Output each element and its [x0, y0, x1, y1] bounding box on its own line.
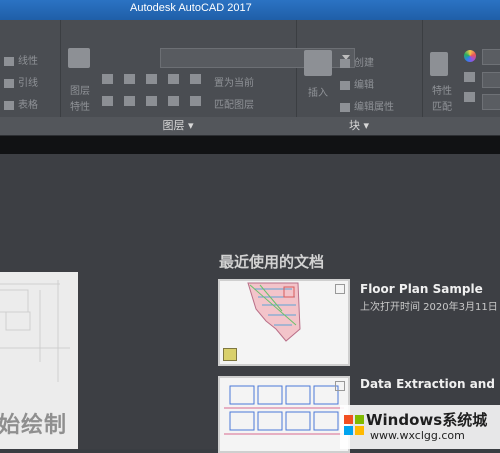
properties-panel: 特性 匹配 [422, 20, 500, 135]
layer-thaw-icon[interactable] [146, 96, 157, 106]
layer-properties-icon[interactable] [68, 48, 90, 68]
recent-item-meta-1: 上次打开时间 2020年3月11日 [360, 302, 498, 313]
floor-plan-thumbnail-icon [247, 282, 301, 342]
title-bar: Autodesk AutoCAD 2017 [0, 0, 500, 20]
document-tab-bar [0, 136, 500, 154]
start-drawing-label: 始绘制 [0, 413, 68, 438]
annotation-panel-footer[interactable] [0, 117, 60, 135]
attributes-icon [340, 102, 350, 112]
color-wheel-icon[interactable] [464, 50, 476, 62]
layer-current-icon[interactable] [190, 74, 201, 84]
layer-unisolate-icon[interactable] [124, 96, 135, 106]
recent-thumbnail-1[interactable] [218, 279, 350, 366]
layer-lock-icon[interactable] [168, 74, 179, 84]
layer-on-icon[interactable] [102, 96, 113, 106]
linear-tool[interactable]: 线性 [4, 52, 38, 67]
insert-button-label[interactable]: 插入 [308, 84, 328, 99]
linetype-dropdown[interactable] [482, 94, 500, 110]
watermark-brand: Windows系统城 [366, 411, 488, 429]
block-panel-label: 块 [348, 119, 360, 132]
properties-panel-footer[interactable] [422, 117, 500, 135]
create-icon [340, 58, 350, 68]
layer-off-icon[interactable] [102, 74, 113, 84]
create-block-button[interactable]: 创建 [340, 54, 374, 69]
windows-logo-icon [344, 415, 364, 435]
match-layer-button[interactable]: 匹配图层 [214, 96, 254, 111]
recent-item-title-1[interactable]: Floor Plan Sample [360, 282, 483, 296]
ribbon: 线性 引线 表格 图层 特性 置为当前 匹配图层 图层 ▾ 插入 创建 编辑 编… [0, 20, 500, 136]
match-properties-icon[interactable] [430, 52, 448, 76]
edit-attributes-button[interactable]: 编辑属性 [340, 98, 394, 113]
recent-thumbnail-2[interactable] [218, 376, 350, 453]
layer-copy-icon[interactable] [190, 96, 201, 106]
layer-properties-label-2: 特性 [70, 102, 90, 113]
edit-icon [340, 80, 350, 90]
start-drawing-card[interactable]: 始绘制 [0, 272, 78, 449]
window-title: Autodesk AutoCAD 2017 [130, 2, 252, 14]
layer-isolate-icon[interactable] [124, 74, 135, 84]
lineweight-icon[interactable] [464, 72, 475, 82]
recent-item-title-2[interactable]: Data Extraction and Mu [360, 377, 500, 391]
lineweight-dropdown[interactable] [482, 72, 500, 88]
block-expand-icon[interactable]: ▾ [363, 119, 369, 132]
match-label: 匹配 [432, 102, 452, 113]
block-panel-footer[interactable]: 块 ▾ [296, 117, 422, 135]
leader-icon [4, 78, 14, 88]
color-dropdown[interactable] [482, 49, 500, 65]
watermark: Windows系统城 www.wxclgg.com [340, 405, 500, 449]
table-icon [4, 100, 14, 110]
recent-documents-heading: 最近使用的文档 [219, 253, 325, 271]
layers-panel: 图层 特性 置为当前 匹配图层 图层 ▾ [60, 20, 355, 135]
pin-icon-2[interactable] [335, 381, 345, 391]
linear-dimension-icon [4, 56, 14, 66]
panel-expand-icon[interactable]: ▾ [188, 119, 194, 132]
dwg-file-icon [223, 348, 237, 361]
pin-icon[interactable] [335, 284, 345, 294]
block-panel: 插入 创建 编辑 编辑属性 块 ▾ [296, 20, 423, 135]
properties-label: 特性 [432, 86, 452, 97]
edit-block-button[interactable]: 编辑 [340, 76, 374, 91]
watermark-site: www.wxclgg.com [370, 429, 465, 442]
leader-tool[interactable]: 引线 [4, 74, 38, 89]
data-extraction-thumbnail-icon [224, 385, 344, 435]
insert-block-icon[interactable] [304, 50, 332, 76]
layer-properties-label: 图层 [70, 86, 90, 97]
annotation-panel: 线性 引线 表格 [0, 20, 61, 135]
linetype-icon[interactable] [464, 92, 475, 102]
layer-freeze-icon[interactable] [146, 74, 157, 84]
layer-unlock-icon[interactable] [168, 96, 179, 106]
layers-panel-footer[interactable]: 图层 ▾ [60, 117, 296, 135]
layers-panel-label: 图层 [162, 119, 185, 132]
set-current-button[interactable]: 置为当前 [214, 74, 254, 89]
table-tool[interactable]: 表格 [4, 96, 38, 111]
